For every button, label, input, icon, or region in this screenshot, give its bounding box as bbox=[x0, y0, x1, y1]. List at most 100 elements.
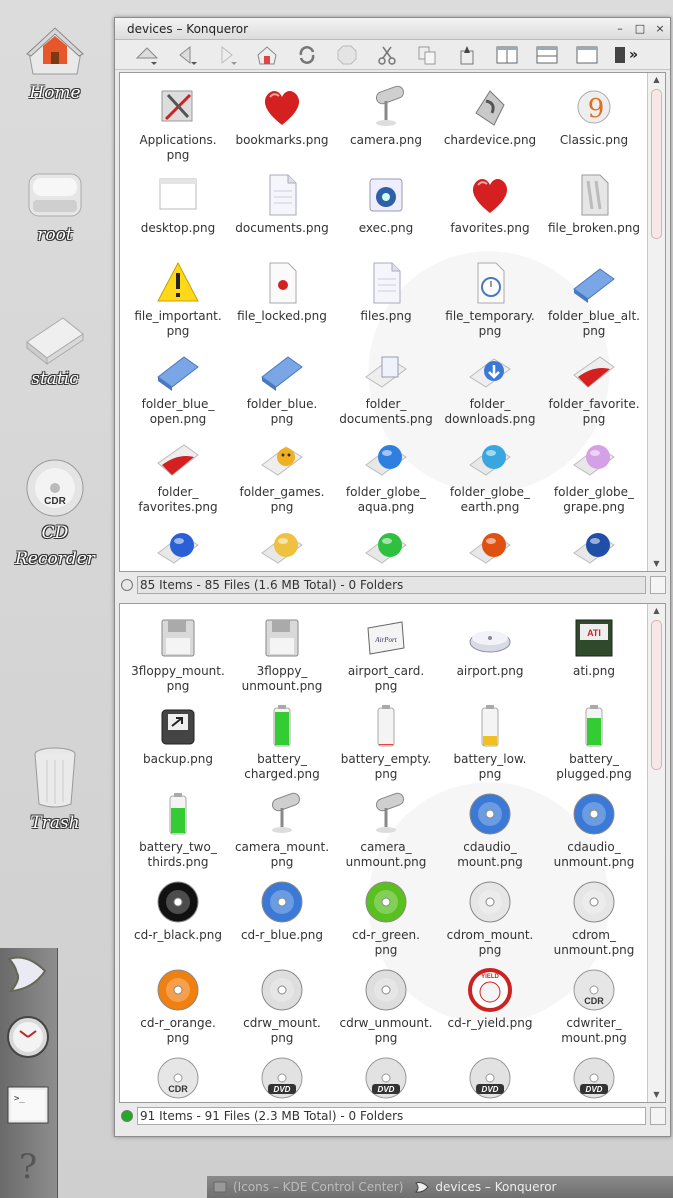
file-view-pane-top[interactable]: Applications. png bookmarks.png camera.png… bbox=[119, 72, 666, 572]
up-button[interactable] bbox=[133, 42, 161, 68]
maximize-button[interactable]: □ bbox=[630, 19, 650, 39]
view-split-vertical-button[interactable] bbox=[493, 42, 521, 68]
file-item[interactable]: folder_globe_ bbox=[126, 513, 230, 571]
file-item[interactable]: battery_low. png bbox=[438, 692, 542, 781]
vertical-scrollbar[interactable]: ▲ ▼ bbox=[647, 604, 665, 1102]
stop-button[interactable] bbox=[333, 42, 361, 68]
forward-button[interactable] bbox=[213, 42, 241, 68]
file-item[interactable]: YIELD cd-r_yield.png bbox=[438, 956, 542, 1044]
file-item[interactable]: desktop.png bbox=[126, 161, 230, 249]
file-item[interactable]: favorites.png bbox=[438, 161, 542, 249]
desktop-icon-root[interactable]: root bbox=[0, 164, 110, 248]
file-item[interactable]: cd-r_orange. png bbox=[126, 956, 230, 1045]
clock-button[interactable] bbox=[5, 1014, 51, 1060]
file-item[interactable]: folder_games. png bbox=[230, 425, 334, 514]
file-item[interactable]: cd-r_blue.png bbox=[230, 868, 334, 956]
file-item[interactable]: ATI ati.png bbox=[542, 604, 646, 692]
copy-button[interactable] bbox=[413, 42, 441, 68]
back-button[interactable] bbox=[173, 42, 201, 68]
file-item[interactable]: folder_ favorites.png bbox=[126, 425, 230, 514]
file-item[interactable]: airport.png bbox=[438, 604, 542, 692]
file-item[interactable]: file_locked.png bbox=[230, 249, 334, 337]
desktop-icon-trash[interactable]: Trash bbox=[0, 744, 110, 836]
title-bar[interactable]: devices – Konqueror – □ × bbox=[115, 18, 670, 40]
file-item[interactable]: file_important. png bbox=[126, 249, 230, 338]
file-item[interactable]: DVD bbox=[438, 1044, 542, 1102]
file-item[interactable]: folder_globe_ bbox=[230, 513, 334, 571]
file-item[interactable]: CDR cdwriter_ mount.png bbox=[542, 956, 646, 1045]
close-button[interactable]: × bbox=[650, 19, 670, 39]
file-item[interactable]: backup.png bbox=[126, 692, 230, 780]
reload-button[interactable] bbox=[293, 42, 321, 68]
scroll-up-icon[interactable]: ▲ bbox=[648, 73, 665, 87]
file-item[interactable]: file_broken.png bbox=[542, 161, 646, 249]
file-item[interactable]: files.png bbox=[334, 249, 438, 337]
taskbar-item-konqueror[interactable]: devices – Konqueror bbox=[409, 1176, 562, 1198]
file-item[interactable]: folder_ downloads.png bbox=[438, 337, 542, 426]
file-item[interactable]: cdrw_unmount. png bbox=[334, 956, 438, 1045]
scroll-down-icon[interactable]: ▼ bbox=[648, 557, 665, 571]
file-item[interactable]: camera_mount. png bbox=[230, 780, 334, 869]
file-item[interactable]: folder_globe_ bbox=[542, 513, 646, 571]
file-item[interactable]: cdaudio_ mount.png bbox=[438, 780, 542, 869]
file-item[interactable]: folder_blue_alt. png bbox=[542, 249, 646, 338]
file-item[interactable]: camera.png bbox=[334, 73, 438, 161]
k-menu-button[interactable] bbox=[5, 950, 51, 996]
taskbar-item-kde-control-center[interactable]: (Icons – KDE Control Center) bbox=[207, 1176, 409, 1198]
file-item[interactable]: folder_blue_ open.png bbox=[126, 337, 230, 426]
file-item[interactable]: folder_globe_ bbox=[438, 513, 542, 571]
vertical-scrollbar[interactable]: ▲ ▼ bbox=[647, 73, 665, 571]
file-item[interactable]: 3floppy_ unmount.png bbox=[230, 604, 334, 693]
file-item[interactable]: DVD bbox=[230, 1044, 334, 1102]
paste-button[interactable] bbox=[453, 42, 481, 68]
home-button[interactable] bbox=[253, 42, 281, 68]
file-view-pane-bottom[interactable]: 3floppy_mount. png 3floppy_ unmount.png Ai… bbox=[119, 603, 666, 1103]
file-item[interactable]: folder_blue. png bbox=[230, 337, 334, 426]
terminal-toolbar-button[interactable] bbox=[613, 42, 627, 68]
file-item[interactable]: cdrom_mount. png bbox=[438, 868, 542, 957]
file-item[interactable]: cd-r_black.png bbox=[126, 868, 230, 956]
file-item[interactable]: DVD bbox=[334, 1044, 438, 1102]
scroll-thumb[interactable] bbox=[651, 89, 662, 239]
file-item[interactable]: folder_globe_ aqua.png bbox=[334, 425, 438, 514]
terminal-button[interactable]: >_ bbox=[5, 1082, 51, 1128]
view-single-button[interactable] bbox=[573, 42, 601, 68]
desktop-icon-static[interactable]: static bbox=[0, 308, 110, 392]
file-item[interactable]: battery_empty. png bbox=[334, 692, 438, 781]
file-item[interactable]: CDR bbox=[126, 1044, 230, 1102]
desktop-icon-cd-recorder[interactable]: CDR CD Recorder bbox=[0, 458, 110, 572]
file-item[interactable]: AirPort airport_card. png bbox=[334, 604, 438, 693]
view-split-horizontal-button[interactable] bbox=[533, 42, 561, 68]
file-item[interactable]: 9 Classic.png bbox=[542, 73, 646, 161]
file-item[interactable]: folder_globe_ earth.png bbox=[438, 425, 542, 514]
file-item[interactable]: battery_two_ thirds.png bbox=[126, 780, 230, 869]
scroll-down-icon[interactable]: ▼ bbox=[648, 1088, 665, 1102]
help-button[interactable]: ? bbox=[5, 1144, 51, 1190]
file-item[interactable]: cdrw_mount. png bbox=[230, 956, 334, 1045]
desktop-icon-home[interactable]: Home bbox=[0, 22, 110, 106]
file-item[interactable]: chardevice.png bbox=[438, 73, 542, 161]
minimize-button[interactable]: – bbox=[610, 19, 630, 39]
toolbar-overflow-button[interactable]: » bbox=[629, 47, 638, 63]
file-item[interactable]: file_temporary. png bbox=[438, 249, 542, 338]
file-item[interactable]: exec.png bbox=[334, 161, 438, 249]
file-item[interactable]: folder_globe_ bbox=[334, 513, 438, 571]
file-item[interactable]: DVD bbox=[542, 1044, 646, 1102]
file-item[interactable]: folder_ documents.png bbox=[334, 337, 438, 426]
file-item[interactable]: folder_globe_ grape.png bbox=[542, 425, 646, 514]
file-item[interactable]: battery_ plugged.png bbox=[542, 692, 646, 781]
file-item[interactable]: folder_favorite. png bbox=[542, 337, 646, 426]
file-item[interactable]: Applications. png bbox=[126, 73, 230, 162]
scroll-up-icon[interactable]: ▲ bbox=[648, 604, 665, 618]
cut-button[interactable] bbox=[373, 42, 401, 68]
scroll-thumb[interactable] bbox=[651, 620, 662, 770]
file-item[interactable]: documents.png bbox=[230, 161, 334, 249]
file-item[interactable]: cdaudio_ unmount.png bbox=[542, 780, 646, 869]
camera-icon bbox=[375, 85, 405, 126]
file-item[interactable]: cd-r_green. png bbox=[334, 868, 438, 957]
file-item[interactable]: camera_ unmount.png bbox=[334, 780, 438, 869]
file-item[interactable]: bookmarks.png bbox=[230, 73, 334, 161]
file-item[interactable]: cdrom_ unmount.png bbox=[542, 868, 646, 957]
file-item[interactable]: 3floppy_mount. png bbox=[126, 604, 230, 693]
file-item[interactable]: battery_ charged.png bbox=[230, 692, 334, 781]
